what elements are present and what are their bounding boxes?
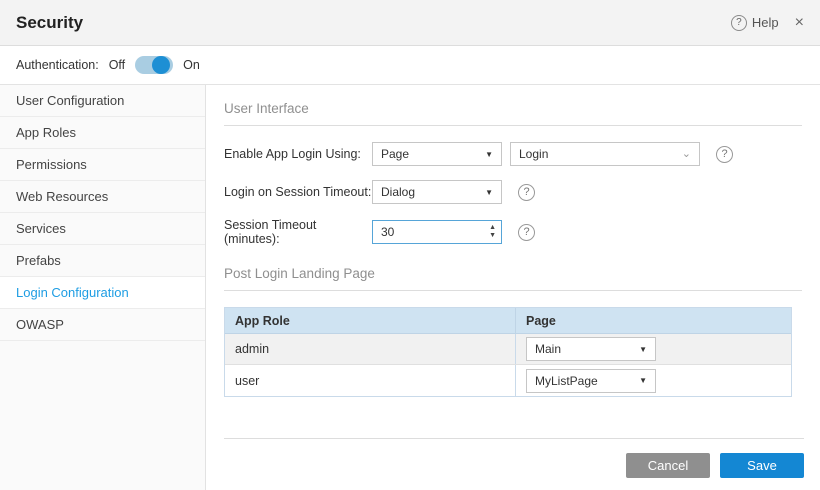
toggle-knob-icon xyxy=(152,56,170,74)
authentication-bar: Authentication: Off On xyxy=(0,46,820,85)
session-timeout-minutes-label: Session Timeout (minutes): xyxy=(224,218,372,246)
sidebar-item-user-configuration[interactable]: User Configuration xyxy=(0,85,205,117)
help-icon[interactable]: ? xyxy=(716,146,733,163)
toggle-off-label: Off xyxy=(109,58,125,72)
login-page-value: Login xyxy=(519,147,548,161)
main-content: User Interface Enable App Login Using: P… xyxy=(206,85,820,490)
sidebar-item-permissions[interactable]: Permissions xyxy=(0,149,205,181)
section-title-user-interface: User Interface xyxy=(224,95,802,126)
form-row-session-timeout-action: Login on Session Timeout: Dialog ▼ ? xyxy=(224,180,802,204)
page-title: Security xyxy=(16,13,83,33)
sidebar-item-prefabs[interactable]: Prefabs xyxy=(0,245,205,277)
table-row: admin Main ▼ xyxy=(225,334,791,365)
app-role-cell: user xyxy=(225,374,515,388)
authentication-label: Authentication: xyxy=(16,58,99,72)
session-timeout-input[interactable] xyxy=(372,220,502,244)
caret-down-icon: ▼ xyxy=(485,150,493,159)
sidebar-item-services[interactable]: Services xyxy=(0,213,205,245)
chevron-down-icon: ⌄ xyxy=(682,149,691,159)
number-stepper-icon[interactable]: ▲ ▼ xyxy=(489,224,496,240)
session-timeout-action-value: Dialog xyxy=(381,185,415,199)
page-cell: MyListPage ▼ xyxy=(515,365,791,396)
toggle-on-label: On xyxy=(183,58,200,72)
table-header-app-role: App Role xyxy=(225,314,515,328)
help-button[interactable]: ? Help xyxy=(731,15,779,31)
cancel-button[interactable]: Cancel xyxy=(626,453,710,478)
stepper-up-icon[interactable]: ▲ xyxy=(489,224,496,232)
header: Security ? Help × xyxy=(0,0,820,46)
caret-down-icon: ▼ xyxy=(639,376,647,385)
session-timeout-action-select[interactable]: Dialog ▼ xyxy=(372,180,502,204)
table-header-page: Page xyxy=(515,308,791,333)
enable-app-login-select[interactable]: Page ▼ xyxy=(372,142,502,166)
app-role-cell: admin xyxy=(225,342,515,356)
help-label: Help xyxy=(752,15,779,30)
sidebar: User Configuration App Roles Permissions… xyxy=(0,85,206,490)
body: User Configuration App Roles Permissions… xyxy=(0,85,820,490)
section-title-post-login-landing-page: Post Login Landing Page xyxy=(224,260,802,291)
page-cell: Main ▼ xyxy=(515,334,791,364)
user-page-value: MyListPage xyxy=(535,374,598,388)
table-row: user MyListPage ▼ xyxy=(225,365,791,396)
sidebar-item-app-roles[interactable]: App Roles xyxy=(0,117,205,149)
form-row-session-timeout-minutes: Session Timeout (minutes): ▲ ▼ ? xyxy=(224,218,802,246)
sidebar-item-web-resources[interactable]: Web Resources xyxy=(0,181,205,213)
header-actions: ? Help × xyxy=(731,14,804,32)
table-header-row: App Role Page xyxy=(225,308,791,334)
sidebar-item-owasp[interactable]: OWASP xyxy=(0,309,205,341)
sidebar-item-login-configuration[interactable]: Login Configuration xyxy=(0,277,205,309)
close-icon[interactable]: × xyxy=(795,14,804,32)
login-page-select[interactable]: Login ⌄ xyxy=(510,142,700,166)
help-icon: ? xyxy=(731,15,747,31)
footer-actions: Cancel Save xyxy=(224,438,804,478)
enable-app-login-label: Enable App Login Using: xyxy=(224,147,372,161)
save-button[interactable]: Save xyxy=(720,453,804,478)
caret-down-icon: ▼ xyxy=(485,188,493,197)
admin-page-value: Main xyxy=(535,342,561,356)
session-timeout-action-label: Login on Session Timeout: xyxy=(224,185,372,199)
user-page-select[interactable]: MyListPage ▼ xyxy=(526,369,656,393)
caret-down-icon: ▼ xyxy=(639,345,647,354)
stepper-down-icon[interactable]: ▼ xyxy=(489,232,496,240)
session-timeout-input-wrap: ▲ ▼ xyxy=(372,220,502,244)
authentication-toggle[interactable] xyxy=(135,56,173,74)
admin-page-select[interactable]: Main ▼ xyxy=(526,337,656,361)
help-icon[interactable]: ? xyxy=(518,224,535,241)
help-icon[interactable]: ? xyxy=(518,184,535,201)
landing-page-table: App Role Page admin Main ▼ user MyListPa… xyxy=(224,307,792,397)
form-row-enable-app-login: Enable App Login Using: Page ▼ Login ⌄ ? xyxy=(224,142,802,166)
enable-app-login-value: Page xyxy=(381,147,409,161)
